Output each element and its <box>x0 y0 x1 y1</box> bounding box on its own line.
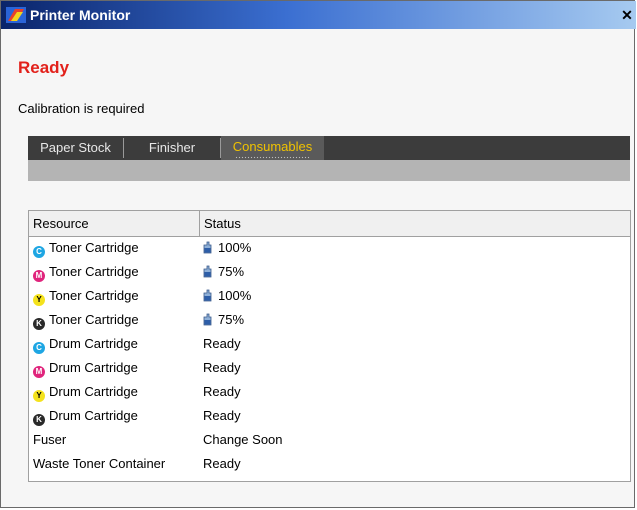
resource-cell: K Drum Cartridge <box>33 404 138 428</box>
resource-cell: M Toner Cartridge <box>33 260 139 284</box>
tab-bar: Paper Stock Finisher Consumables <box>28 136 630 174</box>
status-cell: 75% <box>203 260 244 284</box>
tab-paper-stock[interactable]: Paper Stock <box>28 136 123 160</box>
toner-level-icon <box>203 313 212 326</box>
status-cell: Ready <box>203 332 241 356</box>
table-row[interactable]: M Toner Cartridge 75% <box>29 260 630 284</box>
magenta-dot-icon: M <box>33 366 45 378</box>
table-row[interactable]: M Drum Cartridge Ready <box>29 356 630 380</box>
consumables-table: Resource Status C Toner Cartridge 100% M Ton… <box>28 210 631 482</box>
resource-cell: Waste Toner Container <box>33 452 165 476</box>
table-row[interactable]: K Drum Cartridge Ready <box>29 404 630 428</box>
table-row[interactable]: K Toner Cartridge 75% <box>29 308 630 332</box>
table-row[interactable]: Y Drum Cartridge Ready <box>29 380 630 404</box>
printer-monitor-window: Printer Monitor ✕ Ready Calibration is r… <box>0 0 636 508</box>
table-row[interactable]: C Toner Cartridge 100% <box>29 236 630 260</box>
active-tab-indicator <box>235 156 310 159</box>
resource-name: Drum Cartridge <box>49 336 138 351</box>
resource-cell: K Toner Cartridge <box>33 308 139 332</box>
resource-name: Drum Cartridge <box>49 360 138 375</box>
status-cell: Ready <box>203 356 241 380</box>
resource-cell: Fuser <box>33 428 66 452</box>
tab-consumables-label: Consumables <box>232 139 313 154</box>
resource-name: Waste Toner Container <box>33 456 166 471</box>
status-cell: Ready <box>203 452 241 476</box>
status-value: Ready <box>203 408 241 423</box>
status-message: Calibration is required <box>18 101 145 116</box>
title-bar[interactable]: Printer Monitor ✕ <box>1 1 636 29</box>
close-icon[interactable]: ✕ <box>620 8 634 22</box>
cyan-dot-icon: C <box>33 342 45 354</box>
yellow-dot-icon: Y <box>33 294 45 306</box>
status-value: 75% <box>218 312 245 327</box>
printer-monitor-app-icon <box>6 7 26 23</box>
printer-status-title: Ready <box>18 58 70 77</box>
status-value: 100% <box>218 240 252 255</box>
resource-name: Drum Cartridge <box>49 384 138 399</box>
table-header: Resource Status <box>29 211 630 237</box>
resource-name: Toner Cartridge <box>49 240 139 255</box>
column-header-status[interactable]: Status <box>200 211 630 236</box>
status-value: Ready <box>203 360 241 375</box>
resource-cell: C Toner Cartridge <box>33 236 139 260</box>
status-value: 75% <box>218 264 245 279</box>
resource-cell: Y Toner Cartridge <box>33 284 139 308</box>
status-value: 100% <box>218 288 252 303</box>
toner-level-icon <box>203 289 212 302</box>
status-value: Ready <box>203 456 241 471</box>
window-title: Printer Monitor <box>30 7 131 23</box>
status-cell: Change Soon <box>203 428 283 452</box>
status-cell: Ready <box>203 404 241 428</box>
black-dot-icon: K <box>33 414 45 426</box>
status-cell: Ready <box>203 380 241 404</box>
magenta-dot-icon: M <box>33 270 45 282</box>
black-dot-icon: K <box>33 318 45 330</box>
resource-name: Toner Cartridge <box>49 312 139 327</box>
status-value: Ready <box>203 384 241 399</box>
resource-name: Drum Cartridge <box>49 408 138 423</box>
resource-name: Fuser <box>33 432 67 447</box>
resource-name: Toner Cartridge <box>49 264 139 279</box>
resource-cell: Y Drum Cartridge <box>33 380 138 404</box>
table-row[interactable]: Fuser Change Soon <box>29 428 630 452</box>
cyan-dot-icon: C <box>33 246 45 258</box>
column-header-resource[interactable]: Resource <box>29 211 200 236</box>
status-cell: 75% <box>203 308 244 332</box>
tab-content-header <box>28 160 630 181</box>
status-cell: 100% <box>203 236 251 260</box>
toner-level-icon <box>203 241 212 254</box>
table-row[interactable]: Y Toner Cartridge 100% <box>29 284 630 308</box>
resource-name: Toner Cartridge <box>49 288 139 303</box>
status-cell: 100% <box>203 284 251 308</box>
status-value: Ready <box>203 336 241 351</box>
tab-finisher[interactable]: Finisher <box>124 136 220 160</box>
resource-cell: M Drum Cartridge <box>33 356 138 380</box>
table-row[interactable]: C Drum Cartridge Ready <box>29 332 630 356</box>
resource-cell: C Drum Cartridge <box>33 332 138 356</box>
yellow-dot-icon: Y <box>33 390 45 402</box>
table-row[interactable]: Waste Toner Container Ready <box>29 452 630 476</box>
toner-level-icon <box>203 265 212 278</box>
status-value: Change Soon <box>203 432 283 447</box>
